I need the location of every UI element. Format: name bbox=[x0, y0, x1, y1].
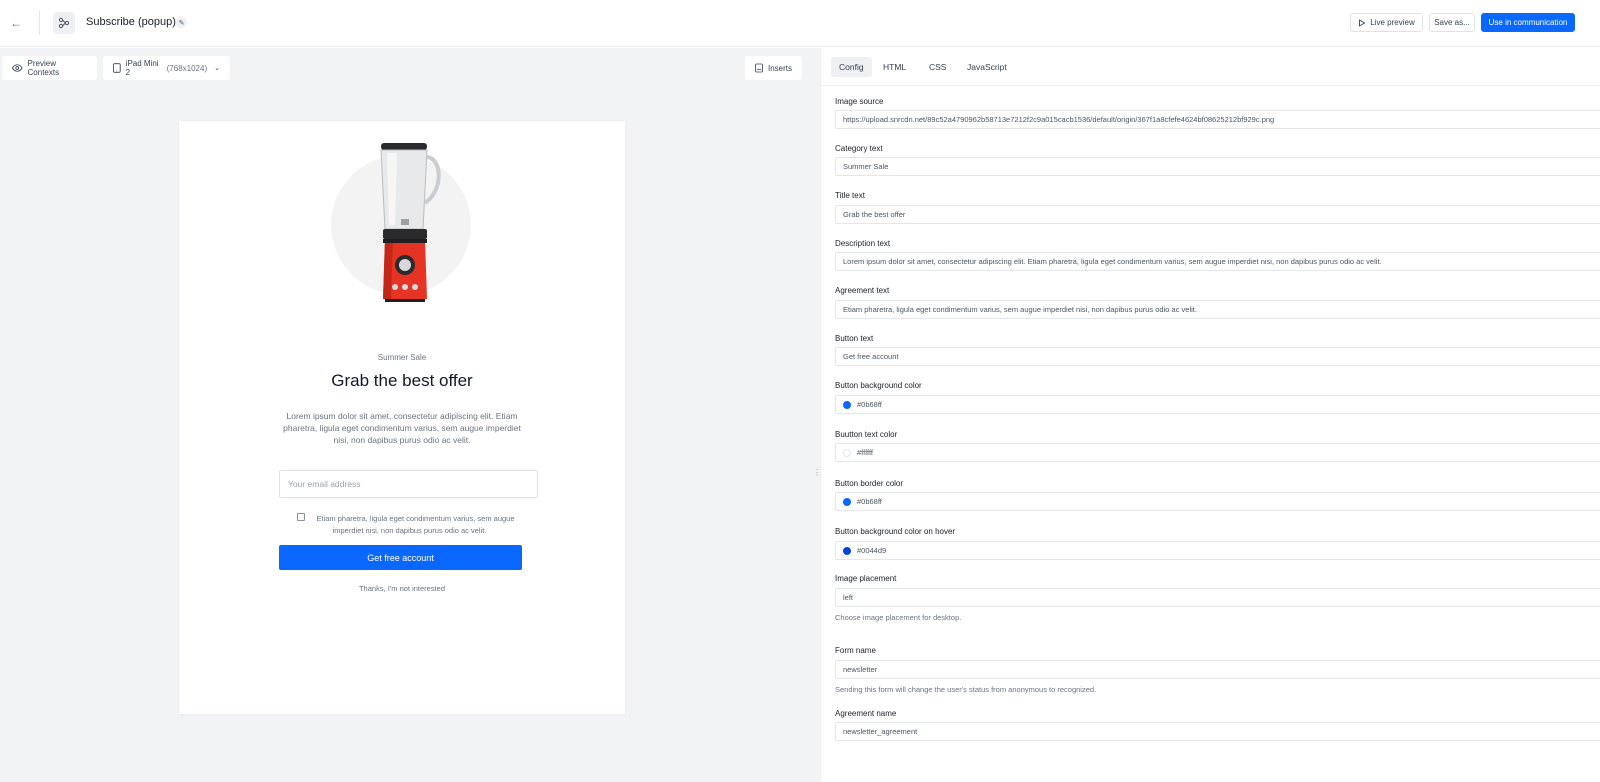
chevron-down-icon: ⌄ bbox=[214, 65, 220, 72]
use-in-communication-button[interactable]: Use in communication bbox=[1481, 13, 1575, 32]
device-select[interactable]: iPad Mini 2 (768x1024) ⌄ bbox=[103, 56, 230, 80]
preview-contexts-label: Preview Contexts bbox=[27, 59, 60, 77]
not-interested-link[interactable]: Thanks, I'm not interested bbox=[179, 584, 625, 593]
tablet-icon bbox=[113, 63, 121, 73]
preview-area: Preview Contexts iPad Mini 2 (768x1024) … bbox=[0, 48, 821, 782]
popup-category: Summer Sale bbox=[377, 353, 427, 362]
category-text-input[interactable]: Summer Sale bbox=[835, 157, 1600, 176]
tab-css[interactable]: CSS bbox=[921, 57, 954, 77]
form-name-label: Form name bbox=[835, 646, 876, 655]
config-panel: Config HTML CSS JavaScript Image source … bbox=[820, 48, 1600, 782]
tab-html[interactable]: HTML bbox=[875, 57, 914, 77]
preview-contexts-button[interactable]: Preview Contexts bbox=[2, 56, 97, 80]
image-source-input[interactable]: https://upload.snrcdn.net/89c52a4790962b… bbox=[835, 110, 1600, 129]
image-placement-input[interactable]: left bbox=[835, 588, 1600, 607]
play-icon bbox=[1359, 18, 1366, 27]
button-border-color-value: #0b68ff bbox=[857, 497, 882, 506]
agreement-text-label: Agreement text bbox=[835, 286, 890, 295]
description-text-value: Lorem ipsum dolor sit amet, consectetur … bbox=[843, 257, 1382, 266]
get-free-account-button[interactable]: Get free account bbox=[279, 545, 522, 570]
agreement-name-label: Agreement name bbox=[835, 709, 897, 718]
inserts-icon bbox=[755, 63, 763, 73]
live-preview-label: Live preview bbox=[1370, 18, 1415, 27]
title-text-input[interactable]: Grab the best offer bbox=[835, 205, 1600, 224]
page-title: Subscribe (popup) bbox=[86, 16, 176, 28]
button-hover-color-input[interactable]: #0044d9 bbox=[835, 541, 1600, 560]
agreement-text: Etiam pharetra, ligula eget condimentum … bbox=[316, 514, 515, 535]
agreement-text-value: Etiam pharetra, ligula eget condimentum … bbox=[843, 305, 1197, 314]
agreement-name-value: newsletter_agreement bbox=[843, 727, 918, 736]
popup-title: Grab the best offer bbox=[331, 371, 473, 390]
device-name: iPad Mini 2 bbox=[125, 59, 159, 77]
tab-config[interactable]: Config bbox=[831, 57, 872, 77]
tab-javascript[interactable]: JavaScript bbox=[959, 57, 1015, 77]
image-source-value: https://upload.snrcdn.net/89c52a4790962b… bbox=[843, 115, 1275, 124]
button-bg-color-label: Button background color bbox=[835, 381, 922, 390]
button-text-input[interactable]: Get free account bbox=[835, 347, 1600, 366]
image-source-label: Image source bbox=[835, 97, 884, 106]
category-text-label: Category text bbox=[835, 144, 883, 153]
image-placement-label: Image placement bbox=[835, 574, 897, 583]
button-text-label: Button text bbox=[835, 334, 874, 343]
email-input[interactable] bbox=[279, 470, 538, 498]
inserts-label: Inserts bbox=[767, 63, 792, 73]
button-text-color-value: #ffffff bbox=[857, 448, 873, 457]
image-placement-value: left bbox=[843, 593, 854, 602]
divider bbox=[39, 11, 40, 35]
agreement-text-input[interactable]: Etiam pharetra, ligula eget condimentum … bbox=[835, 300, 1600, 319]
editor-tabs: Config HTML CSS JavaScript bbox=[821, 48, 1600, 86]
description-text-input[interactable]: Lorem ipsum dolor sit amet, consectetur … bbox=[835, 252, 1600, 271]
image-placement-help: Choose image placement for desktop. bbox=[835, 613, 962, 622]
title-text-label: Title text bbox=[835, 191, 865, 200]
button-text-color-input[interactable]: #ffffff bbox=[835, 443, 1600, 462]
button-hover-color-value: #0044d9 bbox=[857, 546, 887, 555]
button-border-color-label: Button border color bbox=[835, 479, 904, 488]
popup-preview: Summer Sale Grab the best offer Lorem ip… bbox=[179, 121, 625, 714]
form-name-help: Sending this form will change the user's… bbox=[835, 685, 1097, 694]
color-swatch[interactable] bbox=[843, 400, 851, 409]
button-bg-color-input[interactable]: #0b68ff bbox=[835, 395, 1600, 414]
button-hover-color-label: Button background color on hover bbox=[835, 527, 956, 536]
title-text-value: Grab the best offer bbox=[843, 210, 906, 219]
live-preview-button[interactable]: Live preview bbox=[1350, 13, 1423, 32]
back-arrow-icon[interactable]: ← bbox=[8, 12, 24, 34]
inserts-button[interactable]: Inserts bbox=[745, 56, 802, 80]
button-text-value: Get free account bbox=[843, 352, 899, 361]
pencil-icon[interactable]: ✎ bbox=[176, 17, 187, 28]
color-swatch[interactable] bbox=[843, 546, 851, 555]
category-text-value: Summer Sale bbox=[843, 162, 889, 171]
save-as-button[interactable]: Save as... bbox=[1429, 13, 1475, 32]
color-swatch[interactable] bbox=[843, 497, 851, 506]
form-name-input[interactable]: newsletter bbox=[835, 660, 1600, 679]
agreement-name-input[interactable]: newsletter_agreement bbox=[835, 722, 1600, 741]
top-bar: ← Subscribe (popup) ✎ Live preview Save … bbox=[0, 0, 1600, 47]
button-bg-color-value: #0b68ff bbox=[857, 400, 882, 409]
form-name-value: newsletter bbox=[843, 665, 878, 674]
eye-icon bbox=[12, 64, 23, 72]
description-text-label: Description text bbox=[835, 239, 891, 248]
device-size: (768x1024) bbox=[166, 63, 208, 73]
button-border-color-input[interactable]: #0b68ff bbox=[835, 492, 1600, 511]
color-swatch[interactable] bbox=[843, 448, 851, 457]
template-type-icon bbox=[53, 12, 75, 34]
button-text-color-label: Buutton text color bbox=[835, 430, 898, 439]
blender-product-image bbox=[380, 143, 441, 302]
popup-description: Lorem ipsum dolor sit amet, consectetur … bbox=[283, 411, 521, 445]
